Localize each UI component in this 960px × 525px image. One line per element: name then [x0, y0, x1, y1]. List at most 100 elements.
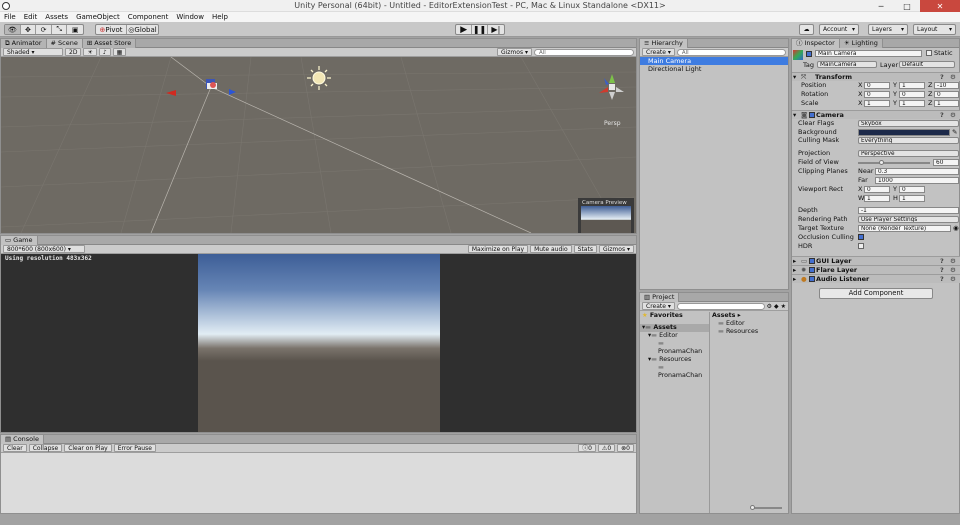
menu-assets[interactable]: Assets — [41, 12, 72, 22]
transform-header[interactable]: ▾ ⤧ Transform ? ⚙ — [792, 72, 960, 81]
active-checkbox[interactable] — [806, 51, 812, 57]
flare-layer-header[interactable]: ▸ ✹ Flare Layer ? ⚙ — [792, 265, 960, 274]
mute-audio-toggle[interactable]: Mute audio — [530, 245, 572, 253]
gear-icon[interactable]: ⚙ — [950, 111, 956, 119]
rotate-tool-icon[interactable]: ⟳ — [36, 25, 52, 34]
mode-2d-toggle[interactable]: 2D — [65, 48, 82, 56]
tree-item-editor[interactable]: ▾▬ Editor — [640, 332, 709, 340]
add-component-button[interactable]: Add Component — [819, 288, 933, 299]
icon-size-slider[interactable] — [750, 505, 782, 510]
sun-icon[interactable] — [307, 66, 331, 90]
shading-mode-dropdown[interactable]: Shaded ▾ — [3, 48, 63, 56]
scale-z-field[interactable]: 1 — [934, 100, 959, 107]
scale-tool-icon[interactable]: ⤡ — [52, 25, 68, 34]
project-create-dropdown[interactable]: Create ▾ — [642, 302, 675, 310]
tab-asset-store[interactable]: ⊞ Asset Store — [82, 39, 137, 48]
close-icon[interactable]: ✕ — [920, 0, 960, 12]
fov-field[interactable]: 60 — [933, 159, 959, 166]
tag-dropdown[interactable]: MainCamera — [817, 61, 877, 68]
play-button[interactable]: ▶ — [456, 25, 473, 34]
gui-layer-header[interactable]: ▸ ▭ GUI Layer ? ⚙ — [792, 256, 960, 265]
hand-tool-icon[interactable]: 👁 — [5, 25, 21, 34]
filter-label-icon[interactable]: ◆ — [774, 303, 779, 310]
tree-item-assets[interactable]: ▾▬ Assets — [640, 324, 709, 332]
audio-toggle-icon[interactable]: ♪ — [98, 48, 111, 56]
object-picker-icon[interactable]: ◉ — [953, 224, 959, 233]
favorite-star-icon[interactable]: ★ — [781, 303, 786, 310]
tree-item-pronamachan[interactable]: ▬ PronamaChan — [640, 340, 709, 356]
move-tool-icon[interactable]: ✥ — [21, 25, 37, 34]
console-collapse-toggle[interactable]: Collapse — [28, 444, 63, 452]
camera-header[interactable]: ▾ ◙ Camera ? ⚙ — [792, 110, 960, 119]
persp-label[interactable]: Persp — [604, 120, 621, 127]
rotation-x-field[interactable]: 0 — [864, 91, 890, 98]
menu-help[interactable]: Help — [208, 12, 232, 22]
depth-field[interactable]: -1 — [858, 207, 959, 214]
rotation-z-field[interactable]: 0 — [934, 91, 959, 98]
help-icon[interactable]: ? — [940, 111, 944, 119]
viewport-y-field[interactable]: 0 — [899, 186, 925, 193]
position-x-field[interactable]: 0 — [864, 82, 890, 89]
tree-item-pronamachan[interactable]: ▬ PronamaChan — [640, 364, 709, 380]
hierarchy-create-dropdown[interactable]: Create ▾ — [642, 48, 675, 56]
camera-enabled-checkbox[interactable] — [809, 112, 815, 118]
projection-dropdown[interactable]: Perspective — [858, 150, 959, 157]
pivot-button[interactable]: ⊕ Pivot — [96, 25, 128, 34]
gear-icon[interactable]: ⚙ — [950, 257, 956, 265]
console-clear-button[interactable]: Clear — [3, 444, 27, 452]
filter-type-icon[interactable]: ⚙ — [767, 303, 772, 310]
gui-layer-checkbox[interactable] — [809, 258, 815, 264]
object-name-field[interactable]: Main Camera — [815, 50, 922, 57]
console-clear-on-play-toggle[interactable]: Clear on Play — [64, 444, 112, 452]
scale-x-field[interactable]: 1 — [864, 100, 890, 107]
console-error-pause-toggle[interactable]: Error Pause — [113, 444, 156, 452]
target-texture-field[interactable]: None (Render Texture) — [858, 225, 951, 232]
layers-dropdown[interactable]: Layers ▾ — [868, 24, 908, 35]
game-gizmos-dropdown[interactable]: Gizmos ▾ — [598, 245, 634, 253]
tab-scene[interactable]: # Scene — [46, 39, 83, 48]
gear-icon[interactable]: ⚙ — [950, 266, 956, 274]
occlusion-culling-checkbox[interactable] — [858, 234, 864, 240]
list-item[interactable]: ▬ Resources — [712, 328, 788, 336]
layer-dropdown[interactable]: Default — [899, 61, 955, 68]
background-color-swatch[interactable] — [858, 129, 950, 136]
flare-layer-checkbox[interactable] — [809, 267, 815, 273]
minimize-icon[interactable]: ─ — [868, 0, 894, 12]
project-search-input[interactable] — [676, 302, 765, 310]
lighting-toggle-icon[interactable]: ☀ — [83, 48, 97, 56]
tab-project[interactable]: ▥ Project — [640, 293, 680, 302]
game-view[interactable]: Using resolution 483x362 — [1, 254, 636, 432]
help-icon[interactable]: ? — [940, 275, 944, 283]
stats-toggle[interactable]: Stats — [573, 245, 597, 253]
menu-gameobject[interactable]: GameObject — [72, 12, 124, 22]
maximize-on-play-toggle[interactable]: Maximize on Play — [467, 245, 529, 253]
account-dropdown[interactable]: Account ▾ — [819, 24, 859, 35]
log-filter-toggle[interactable]: ⓘ0 — [578, 444, 596, 452]
far-field[interactable]: 1000 — [875, 177, 959, 184]
rendering-path-dropdown[interactable]: Use Player Settings — [858, 216, 959, 223]
error-filter-toggle[interactable]: ⊗0 — [617, 444, 634, 452]
slider-handle[interactable] — [750, 505, 755, 510]
help-icon[interactable]: ? — [940, 257, 944, 265]
scale-y-field[interactable]: 1 — [899, 100, 925, 107]
maximize-icon[interactable]: □ — [894, 0, 920, 12]
cloud-button[interactable]: ☁ — [799, 24, 814, 35]
menu-component[interactable]: Component — [124, 12, 173, 22]
fov-slider[interactable] — [858, 160, 930, 165]
position-z-field[interactable]: -10 — [934, 82, 959, 89]
near-field[interactable]: 0.3 — [875, 168, 959, 175]
pause-button[interactable]: ❚❚ — [472, 25, 488, 34]
menu-window[interactable]: Window — [172, 12, 208, 22]
hdr-checkbox[interactable] — [858, 243, 864, 249]
rect-tool-icon[interactable]: ▣ — [67, 25, 83, 34]
list-item[interactable]: ▬ Editor — [712, 320, 788, 328]
clear-flags-dropdown[interactable]: Skybox — [858, 120, 959, 127]
list-item[interactable]: Main Camera — [640, 57, 788, 65]
favorites-item[interactable]: ★ Favorites — [640, 312, 709, 320]
console-log-area[interactable] — [1, 453, 636, 513]
scene-search-input[interactable]: All — [534, 48, 634, 56]
viewport-x-field[interactable]: 0 — [864, 186, 890, 193]
help-icon[interactable]: ? — [940, 266, 944, 274]
list-item[interactable]: Directional Light — [640, 65, 788, 73]
culling-mask-dropdown[interactable]: Everything — [858, 137, 959, 144]
